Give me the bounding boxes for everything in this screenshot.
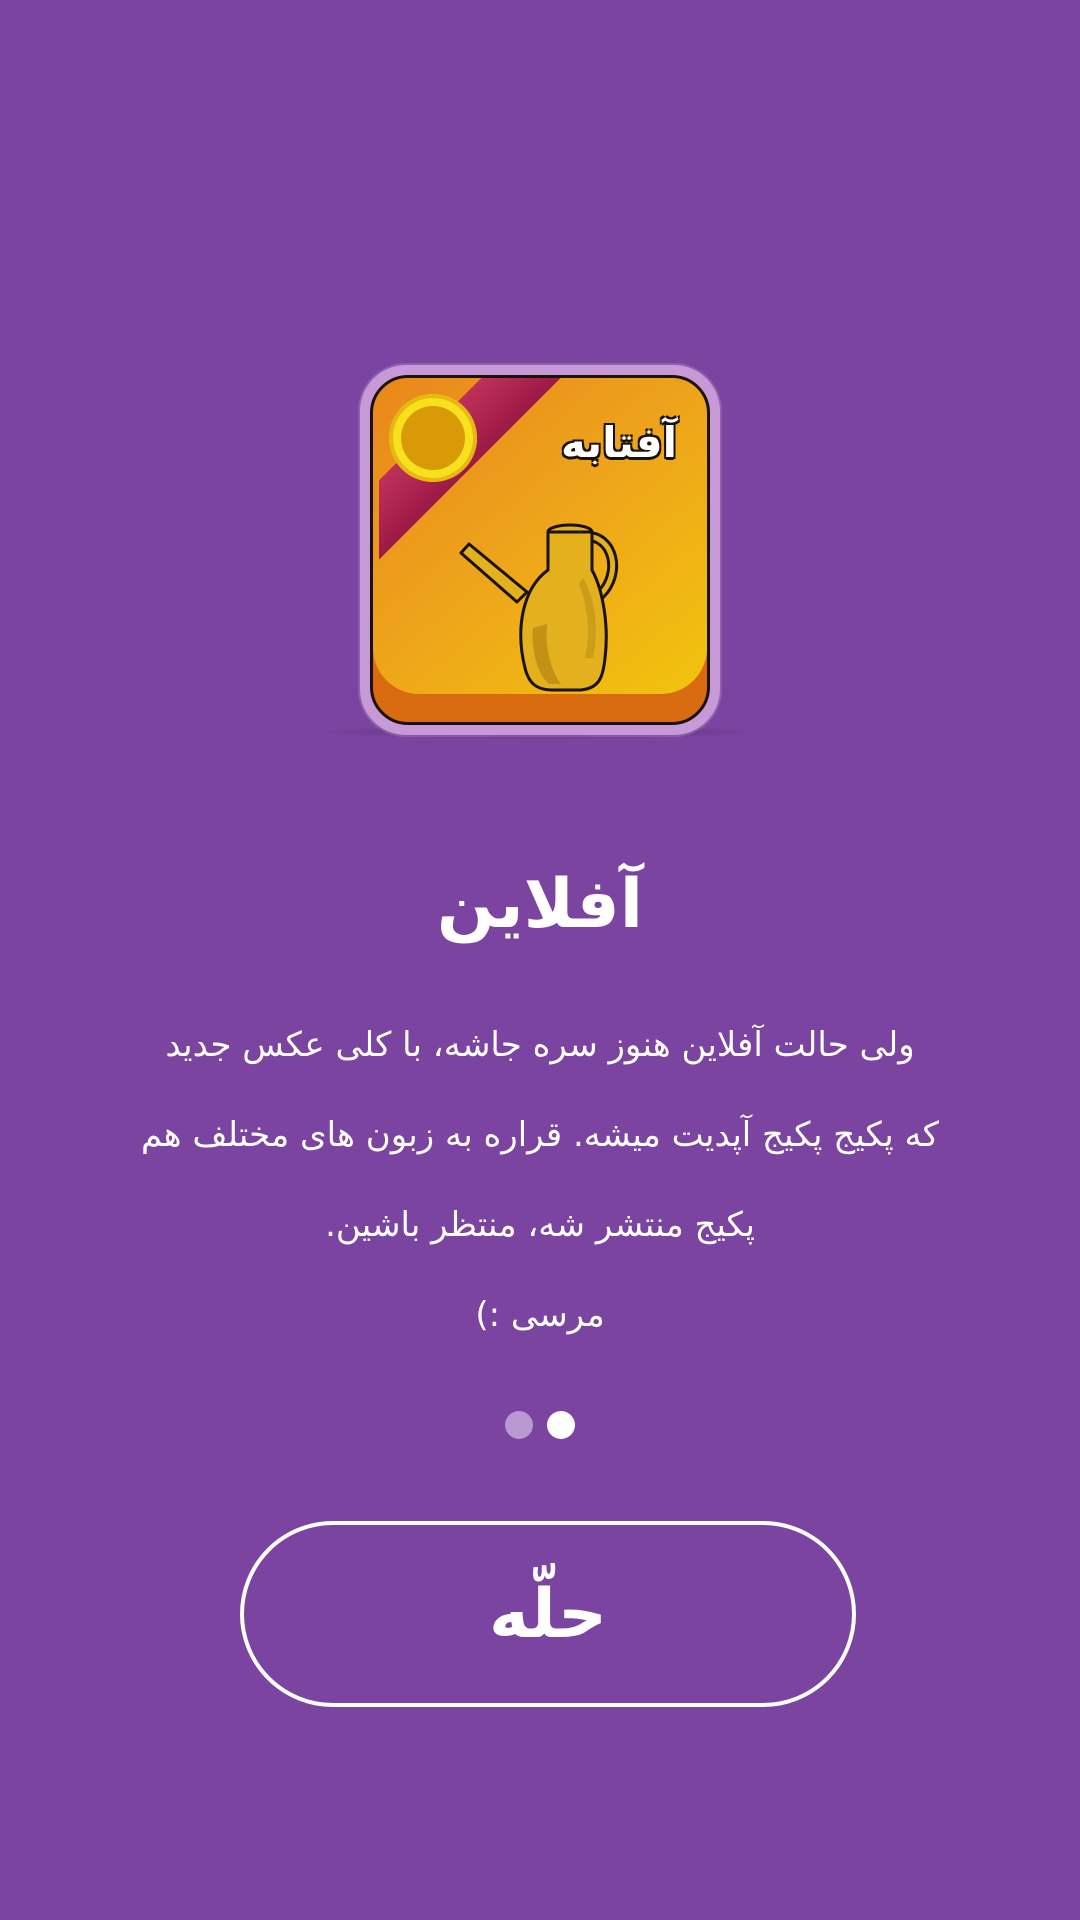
card-label: آفتابه [560,418,677,467]
page-title: آفلاین [436,865,644,944]
page-indicator [0,1411,1080,1439]
coin-icon [389,394,477,482]
thanks-text: مرسی :) [475,1295,605,1335]
category-card: آفتابه [360,365,720,735]
offline-onboarding-screen: آفتابه آفلاین ولی حالت آفلاین هنوز سره ج… [0,0,1080,1920]
description-line: که پکیج پکیج آپدیت میشه. قراره به زبون ه… [141,1115,939,1155]
confirm-button[interactable]: حلّه [240,1521,856,1707]
page-dot-active [547,1411,575,1439]
description-line: ولی حالت آفلاین هنوز سره جاشه، با کلی عک… [165,1025,915,1065]
description-line: پکیج منتشر شه، منتظر باشین. [325,1205,755,1245]
water-jug-icon [459,523,619,692]
card-body: آفتابه [370,375,710,725]
description: ولی حالت آفلاین هنوز سره جاشه، با کلی عک… [80,1000,1000,1270]
page-dot-inactive [505,1411,533,1439]
